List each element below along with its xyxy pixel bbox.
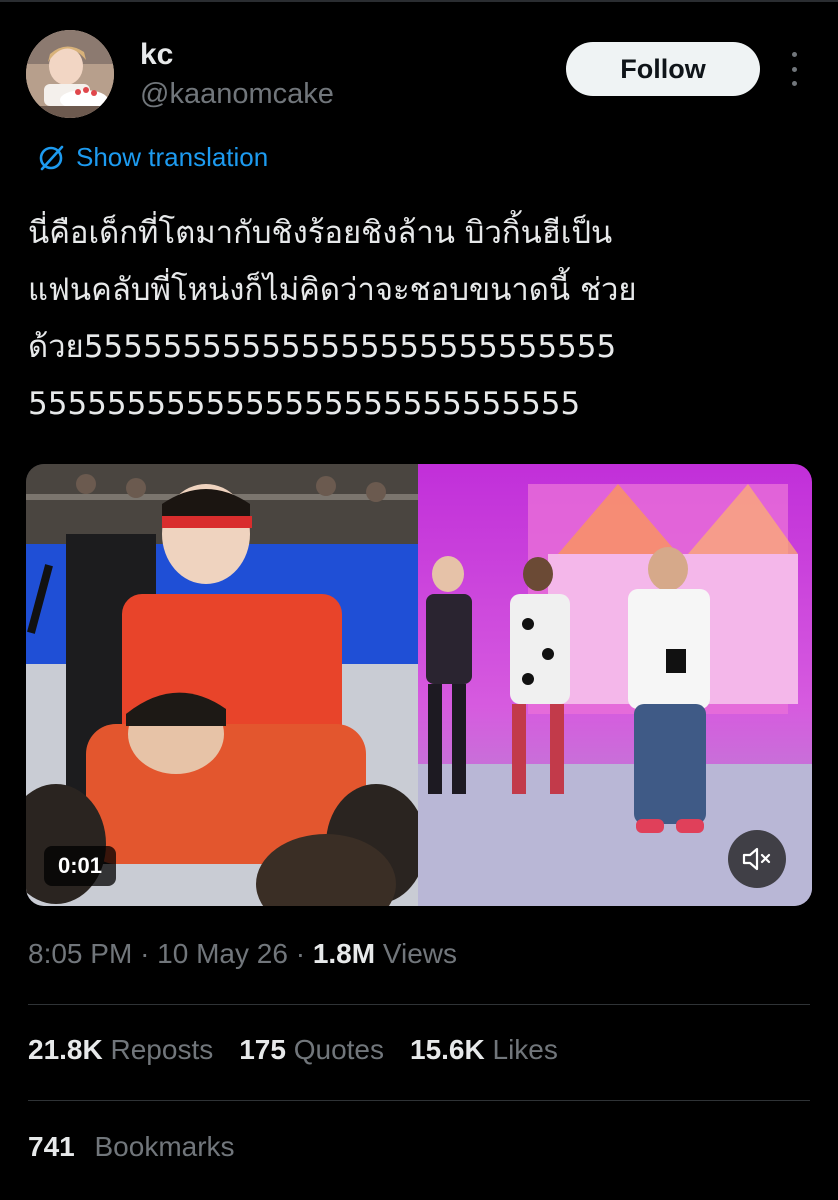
show-translation-link[interactable]: Show translation	[36, 142, 268, 173]
likes-stat[interactable]: 15.6K Likes	[410, 1034, 558, 1066]
views-label: Views	[382, 938, 458, 969]
mute-button[interactable]	[728, 830, 786, 888]
media-left-video-frame[interactable]	[26, 464, 426, 906]
quotes-label: Quotes	[293, 1034, 384, 1065]
speaker-muted-icon	[742, 847, 771, 871]
translate-icon	[39, 145, 64, 170]
follow-button[interactable]: Follow	[566, 42, 760, 96]
engagement-stats: 21.8K Reposts 175 Quotes 15.6K Likes	[28, 1034, 558, 1066]
tweet-text: นี่คือเด็กที่โตมากับชิงร้อยชิงล้าน บิวกิ…	[28, 215, 637, 422]
quotes-count: 175	[239, 1034, 286, 1065]
display-name[interactable]: kc	[140, 38, 173, 72]
bookmarks-count: 741	[28, 1131, 75, 1162]
video-duration-badge: 0:01	[44, 846, 116, 886]
reposts-label: Reposts	[110, 1034, 214, 1065]
tweet-date[interactable]: 10 May 26	[157, 938, 288, 969]
tweet-time[interactable]: 8:05 PM	[28, 938, 132, 969]
tweet-media[interactable]	[26, 464, 812, 906]
views-count: 1.8M	[312, 938, 376, 969]
divider	[28, 1100, 810, 1101]
tweet-meta: 8:05 PM · 10 May 26 · 1.8M Views	[28, 938, 458, 969]
quotes-stat[interactable]: 175 Quotes	[239, 1034, 384, 1066]
avatar-image	[26, 30, 114, 118]
reposts-count: 21.8K	[28, 1034, 103, 1065]
more-options-icon[interactable]	[783, 52, 805, 86]
likes-count: 15.6K	[410, 1034, 485, 1065]
divider	[28, 1004, 810, 1005]
bookmarks-stat[interactable]: 741 Bookmarks	[28, 1131, 235, 1163]
top-divider	[0, 0, 838, 2]
likes-label: Likes	[492, 1034, 558, 1065]
bookmarks-label: Bookmarks	[94, 1131, 235, 1162]
video-frame-sports-scene	[26, 464, 426, 906]
reposts-stat[interactable]: 21.8K Reposts	[28, 1034, 213, 1066]
avatar[interactable]	[26, 30, 114, 118]
show-translation-label: Show translation	[76, 142, 269, 172]
user-handle[interactable]: @kaanomcake	[140, 78, 334, 111]
